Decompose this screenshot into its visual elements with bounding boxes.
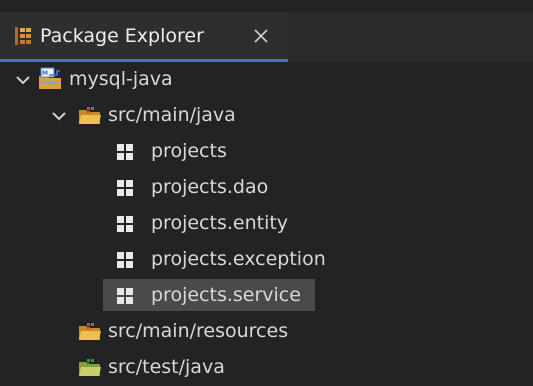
package-icon [117, 252, 133, 268]
package-explorer-icon [15, 27, 31, 45]
package-label: projects [151, 140, 227, 162]
project-label: mysql-java [69, 68, 173, 90]
tree-item-project[interactable]: M mysql-java [0, 62, 533, 98]
tree-item-package[interactable]: projects [0, 134, 533, 170]
tree-item-src-main-resources[interactable]: src/main/resources [0, 314, 533, 350]
source-folder-icon [79, 107, 101, 124]
tree-item-package[interactable]: projects.exception [0, 242, 533, 278]
chevron-down-icon[interactable] [50, 107, 68, 125]
source-folder-label: src/test/java [108, 356, 225, 378]
tree-item-package[interactable]: projects.entity [0, 206, 533, 242]
package-label: projects.dao [151, 176, 269, 198]
tree-item-package-selected[interactable]: projects.service [0, 278, 533, 314]
chevron-down-icon[interactable] [14, 71, 32, 89]
tab-title: Package Explorer [40, 25, 204, 47]
source-folder-label: src/main/java [108, 104, 236, 126]
package-icon [117, 180, 133, 196]
package-icon [117, 144, 133, 160]
window-top-strip [0, 0, 533, 12]
package-label: projects.service [151, 284, 301, 306]
close-icon[interactable] [251, 26, 271, 46]
package-label: projects.entity [151, 212, 289, 234]
package-explorer-tab[interactable]: Package Explorer [0, 12, 288, 62]
tree-item-package[interactable]: projects.dao [0, 170, 533, 206]
source-folder-label: src/main/resources [108, 320, 289, 342]
svg-text:M: M [42, 70, 48, 77]
test-source-folder-icon [79, 359, 101, 376]
tree-item-src-main-java[interactable]: src/main/java [0, 98, 533, 134]
view-tab-bar: Package Explorer [0, 12, 533, 62]
package-label: projects.exception [151, 248, 326, 270]
package-icon [117, 216, 133, 232]
package-icon [117, 288, 133, 304]
source-folder-icon [79, 323, 101, 340]
maven-project-icon: M [39, 67, 61, 89]
package-tree: M mysql-java src/main/java projects proj… [0, 62, 533, 380]
tree-item-src-test-java[interactable]: src/test/java [0, 350, 533, 386]
